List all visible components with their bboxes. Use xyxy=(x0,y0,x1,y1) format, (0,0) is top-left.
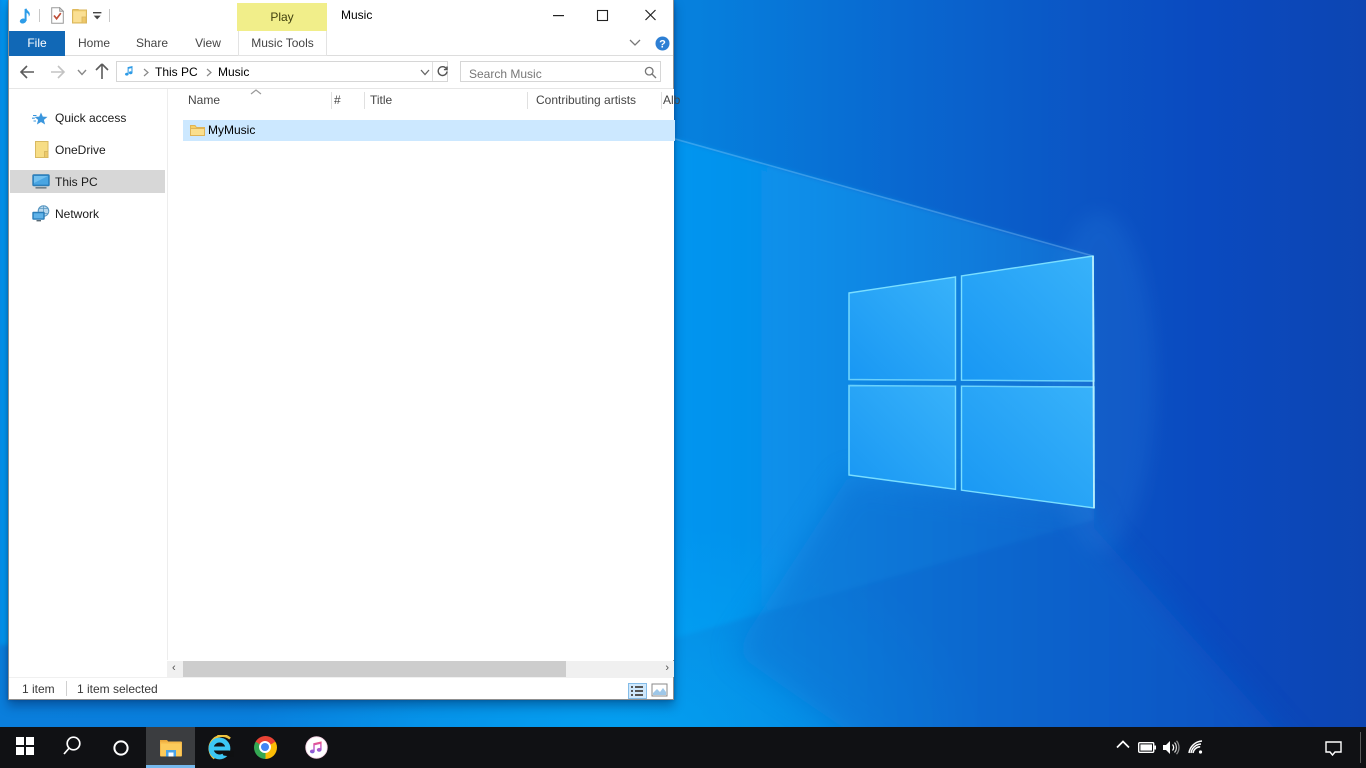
svg-text:?: ? xyxy=(659,39,666,51)
